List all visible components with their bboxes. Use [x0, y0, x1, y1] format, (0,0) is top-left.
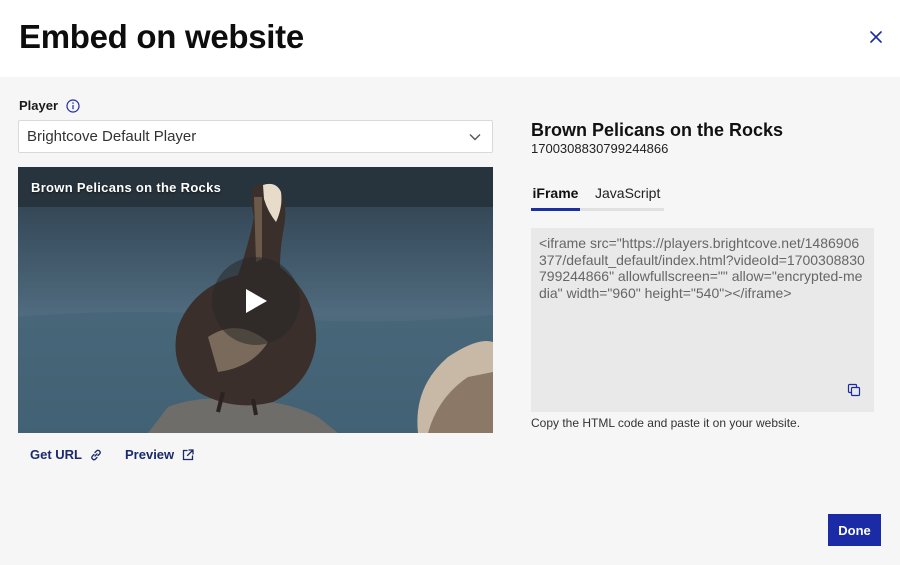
dialog-title: Embed on website — [19, 18, 304, 55]
preview-link[interactable]: Preview — [125, 447, 195, 462]
close-icon — [870, 31, 882, 43]
copy-icon[interactable] — [847, 383, 861, 397]
player-label: Player — [19, 98, 80, 113]
chevron-down-icon — [469, 134, 481, 141]
link-icon — [91, 449, 101, 460]
tab-javascript[interactable]: JavaScript — [595, 185, 660, 201]
done-button[interactable]: Done — [828, 514, 881, 546]
preview-label: Preview — [125, 447, 175, 462]
player-select-value: Brightcove Default Player — [27, 128, 197, 145]
helper-text: Copy the HTML code and paste it on your … — [531, 416, 801, 430]
info-icon[interactable] — [66, 98, 80, 113]
play-button[interactable] — [212, 257, 300, 345]
dialog-header: Embed on website — [0, 0, 900, 77]
video-overlay-title: Brown Pelicans on the Rocks — [31, 180, 222, 195]
play-icon — [246, 289, 267, 313]
get-url-link[interactable]: Get URL — [30, 447, 103, 462]
embed-tabs: iFrame JavaScript — [531, 185, 664, 211]
player-select[interactable]: Brightcove Default Player — [18, 120, 493, 153]
video-title: Brown Pelicans on the Rocks — [531, 120, 784, 140]
player-label-text: Player — [19, 98, 59, 113]
get-url-label: Get URL — [30, 447, 82, 462]
video-preview[interactable]: Brown Pelicans on the Rocks — [18, 167, 493, 433]
embed-code[interactable]: <iframe src="https://players.brightcove.… — [531, 228, 874, 412]
external-link-icon — [183, 448, 194, 460]
close-button[interactable] — [866, 27, 886, 47]
tab-iframe[interactable]: iFrame — [531, 185, 580, 211]
video-id: 1700308830799244866 — [531, 141, 669, 156]
video-links: Get URL Preview — [30, 447, 195, 462]
